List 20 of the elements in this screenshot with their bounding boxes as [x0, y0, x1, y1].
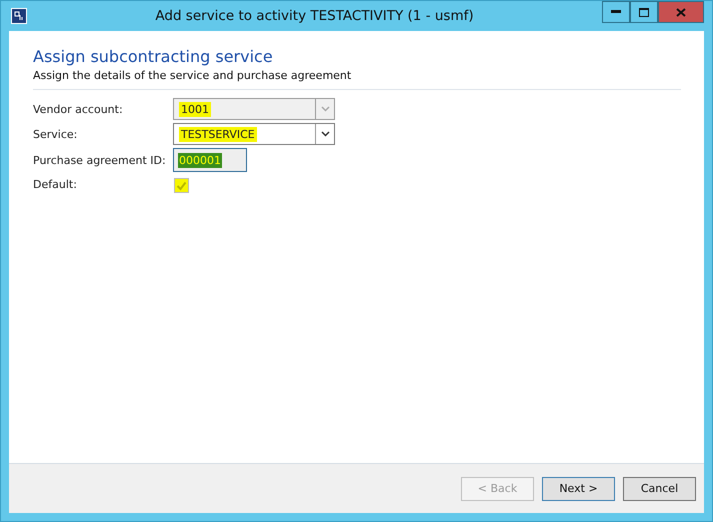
chevron-icon — [320, 131, 330, 137]
close-button[interactable] — [658, 1, 704, 23]
wizard-button[interactable]: Next > — [542, 476, 615, 500]
minimize-button[interactable] — [602, 1, 630, 23]
field-label: Purchase agreement ID: — [33, 154, 166, 166]
app-icon — [11, 8, 27, 24]
wizard-button[interactable]: Cancel — [623, 476, 696, 500]
minimize-icon — [611, 10, 621, 14]
maximize-button[interactable] — [630, 1, 658, 23]
close-icon — [676, 8, 686, 16]
chevron-icon — [320, 106, 330, 112]
page-heading: Assign subcontracting service — [33, 47, 274, 66]
window-title: Add service to activity TESTACTIVITY (1 - usmf) — [154, 8, 475, 24]
field-label: Default: — [33, 178, 77, 190]
field-label: Service: — [33, 128, 78, 140]
page-subtitle: Assign the details of the service and purchase agreement — [33, 69, 352, 82]
input-field[interactable]: 000001 — [173, 148, 247, 172]
dropdown-field[interactable]: TESTSERVICE — [173, 123, 335, 145]
maximize-icon — [639, 8, 649, 16]
field-label: Vendor account: — [33, 102, 123, 116]
